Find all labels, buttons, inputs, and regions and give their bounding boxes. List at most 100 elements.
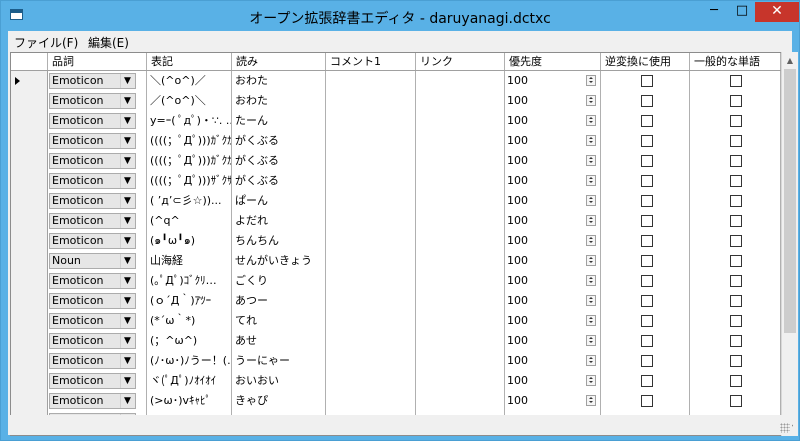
reverse-checkbox[interactable] (641, 315, 653, 327)
notation-cell[interactable]: (^q^ (147, 211, 232, 231)
link-cell[interactable] (416, 291, 505, 311)
priority-spinner-icon[interactable] (586, 355, 596, 366)
link-cell[interactable] (416, 331, 505, 351)
pos-cell[interactable]: Noun ▼ (48, 251, 147, 271)
header-rowhead-col[interactable] (11, 53, 48, 70)
pos-cell[interactable]: Emoticon ▼ (48, 111, 147, 131)
menu-edit[interactable]: 編集(E) (88, 34, 129, 51)
pos-dropdown[interactable]: Noun ▼ (49, 253, 136, 269)
pos-cell[interactable]: Emoticon ▼ (48, 171, 147, 191)
chevron-down-icon[interactable]: ▼ (120, 254, 134, 268)
priority-spinner-icon[interactable] (586, 115, 596, 126)
link-cell[interactable] (416, 271, 505, 291)
reverse-cell[interactable] (601, 71, 690, 91)
priority-spinner-icon[interactable] (586, 335, 596, 346)
reverse-checkbox[interactable] (641, 235, 653, 247)
row-header[interactable] (11, 151, 48, 171)
common-cell[interactable] (690, 251, 781, 271)
reading-cell[interactable]: おわた (232, 91, 326, 111)
priority-spinner-icon[interactable] (586, 75, 596, 86)
table-row[interactable]: Emoticon ▼ ((((；ﾟДﾟ)))ｶﾞｸｶﾞｸ...がくぶる 100 (11, 151, 781, 172)
common-cell[interactable] (690, 191, 781, 211)
pos-cell[interactable]: Emoticon ▼ (48, 311, 147, 331)
row-header[interactable] (11, 331, 48, 351)
reverse-cell[interactable] (601, 391, 690, 411)
common-cell[interactable] (690, 291, 781, 311)
link-cell[interactable] (416, 151, 505, 171)
comment-cell[interactable] (326, 171, 416, 191)
table-row[interactable]: Emoticon ▼ (๑╹ω╹๑) ちんちん 100 (11, 231, 781, 252)
notation-cell[interactable]: (ﾉ･ω･)ﾉうー！(... (147, 351, 232, 371)
chevron-down-icon[interactable]: ▼ (120, 234, 134, 248)
notation-cell[interactable]: y=ｰ( ﾟдﾟ)・∵. ... (147, 111, 232, 131)
pos-cell[interactable]: Emoticon ▼ (48, 291, 147, 311)
scroll-up-icon[interactable]: ▲ (782, 52, 798, 69)
comment-cell[interactable] (326, 311, 416, 331)
table-row[interactable]: Emoticon ▼ ／(^o^)＼ おわた 100 (11, 91, 781, 112)
chevron-down-icon[interactable]: ▼ (120, 154, 134, 168)
common-checkbox[interactable] (730, 115, 742, 127)
chevron-down-icon[interactable]: ▼ (120, 134, 134, 148)
common-checkbox[interactable] (730, 235, 742, 247)
reading-cell[interactable]: あつー (232, 291, 326, 311)
reverse-checkbox[interactable] (641, 295, 653, 307)
common-checkbox[interactable] (730, 215, 742, 227)
priority-cell[interactable]: 100 (505, 351, 601, 371)
common-checkbox[interactable] (730, 175, 742, 187)
priority-cell[interactable]: 100 (505, 271, 601, 291)
reverse-cell[interactable] (601, 151, 690, 171)
common-checkbox[interactable] (730, 155, 742, 167)
reverse-checkbox[interactable] (641, 335, 653, 347)
priority-spinner-icon[interactable] (586, 155, 596, 166)
header-priority-col[interactable]: 優先度 (505, 53, 601, 70)
reverse-checkbox[interactable] (641, 395, 653, 407)
link-cell[interactable] (416, 351, 505, 371)
reverse-checkbox[interactable] (641, 215, 653, 227)
common-checkbox[interactable] (730, 95, 742, 107)
notation-cell[interactable]: (｡ﾟДﾟ)ｺﾞｸﾘ… (147, 271, 232, 291)
pos-cell[interactable]: Emoticon ▼ (48, 91, 147, 111)
row-header[interactable] (11, 231, 48, 251)
reading-cell[interactable]: ぱーん (232, 191, 326, 211)
priority-cell[interactable]: 100 (505, 131, 601, 151)
header-reverse-col[interactable]: 逆変換に使用 (601, 53, 690, 70)
table-row[interactable]: Emoticon ▼ ((((；ﾟДﾟ)))ｶﾞｸｶﾞｸﾌﾞﾙがくぶる 100 (11, 131, 781, 152)
pos-cell[interactable]: Emoticon ▼ (48, 231, 147, 251)
reverse-cell[interactable] (601, 111, 690, 131)
table-row[interactable]: Emoticon ▼ y=ｰ( ﾟдﾟ)・∵. ... たーん 100 (11, 111, 781, 132)
pos-dropdown[interactable]: Emoticon ▼ (49, 193, 136, 209)
reverse-cell[interactable] (601, 331, 690, 351)
chevron-down-icon[interactable]: ▼ (120, 194, 134, 208)
reading-cell[interactable]: ちんちん (232, 231, 326, 251)
pos-dropdown[interactable]: Emoticon ▼ (49, 373, 136, 389)
table-row[interactable]: Emoticon ▼ (ﾉ･ω･)ﾉうー！(... うーにゃー 100 (11, 351, 781, 372)
table-row[interactable]: Emoticon ▼ (>ω･)vｷｬﾋﾟ きゃぴ 100 (11, 391, 781, 412)
row-header[interactable] (11, 131, 48, 151)
link-cell[interactable] (416, 171, 505, 191)
table-row[interactable]: Noun ▼ 山海経 せんがいきょう 100 (11, 251, 781, 272)
reverse-cell[interactable] (601, 171, 690, 191)
priority-cell[interactable]: 100 (505, 111, 601, 131)
pos-dropdown[interactable]: Emoticon ▼ (49, 113, 136, 129)
reverse-cell[interactable] (601, 311, 690, 331)
comment-cell[interactable] (326, 231, 416, 251)
reverse-cell[interactable] (601, 191, 690, 211)
priority-spinner-icon[interactable] (586, 195, 596, 206)
comment-cell[interactable] (326, 111, 416, 131)
priority-spinner-icon[interactable] (586, 175, 596, 186)
row-header[interactable] (11, 111, 48, 131)
reverse-checkbox[interactable] (641, 375, 653, 387)
chevron-down-icon[interactable]: ▼ (120, 274, 134, 288)
pos-dropdown[interactable]: Emoticon ▼ (49, 393, 136, 409)
comment-cell[interactable] (326, 391, 416, 411)
chevron-down-icon[interactable]: ▼ (120, 294, 134, 308)
comment-cell[interactable] (326, 251, 416, 271)
header-comment-col[interactable]: コメント1 (326, 53, 416, 70)
reading-cell[interactable]: あせ (232, 331, 326, 351)
comment-cell[interactable] (326, 371, 416, 391)
comment-cell[interactable] (326, 331, 416, 351)
priority-cell[interactable]: 100 (505, 171, 601, 191)
common-cell[interactable] (690, 171, 781, 191)
comment-cell[interactable] (326, 131, 416, 151)
row-header[interactable] (11, 171, 48, 191)
